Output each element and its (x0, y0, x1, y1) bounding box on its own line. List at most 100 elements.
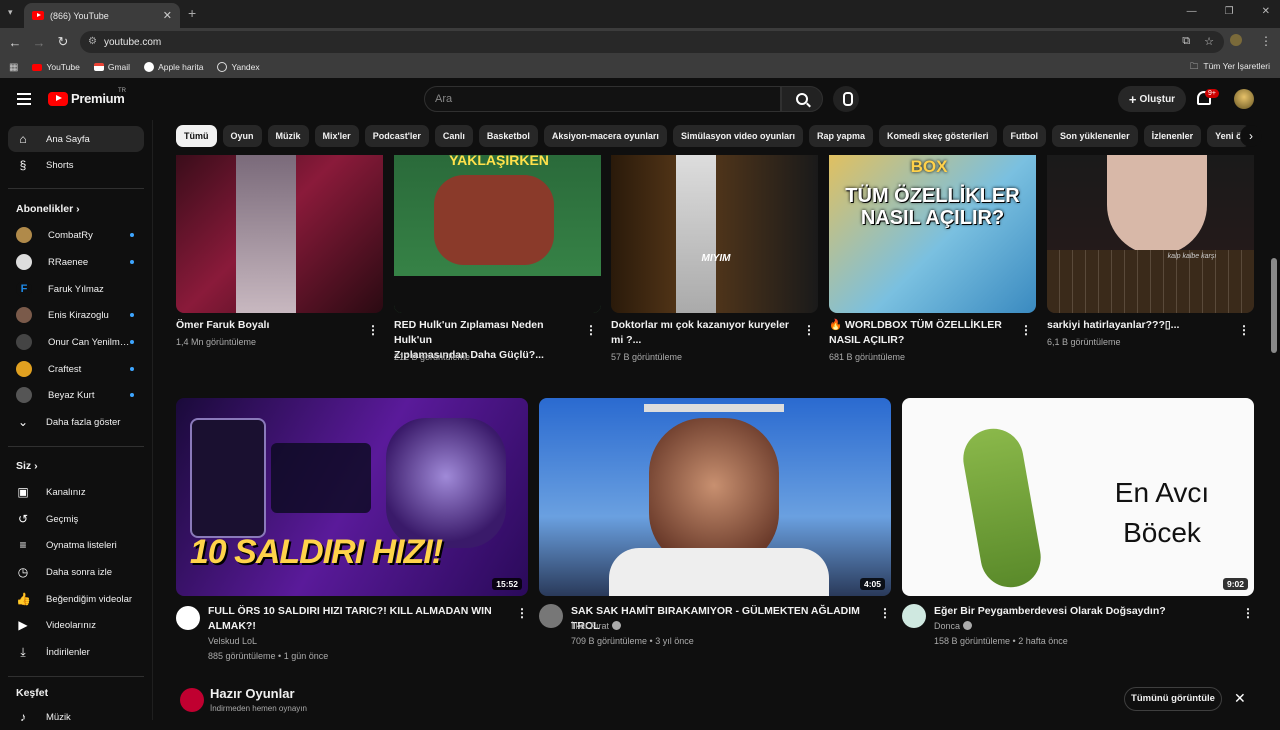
thumbnail-figure (236, 155, 296, 313)
video-thumbnail[interactable] (176, 155, 383, 313)
more-options-icon[interactable]: ⋮ (585, 323, 597, 337)
video-title[interactable]: 🔥 WORLDBOX TÜM ÖZELLİKLER NASIL AÇILIR? (829, 318, 1019, 348)
all-bookmarks[interactable]: 🗀 Tüm Yer İşaretleri (1190, 61, 1270, 75)
close-icon[interactable]: ✕ (1234, 690, 1246, 707)
create-button[interactable]: + Oluştur (1118, 86, 1186, 112)
reload-icon[interactable]: ↻ (51, 34, 75, 50)
chip[interactable]: Canlı (434, 125, 473, 147)
voice-search-button[interactable] (833, 86, 859, 112)
bookmark-yandex[interactable]: Yandex (217, 62, 260, 72)
chip[interactable]: Mix'ler (314, 125, 359, 147)
close-tab-icon[interactable]: ✕ (163, 9, 172, 22)
sidebar-item-liked-videos[interactable]: 👍 Beğendiğim videolar (8, 586, 144, 612)
video-title[interactable]: FULL ÖRS 10 SALDIRI HIZI TARIC?! KILL AL… (208, 604, 508, 634)
chevron-right-icon[interactable]: › (1240, 125, 1262, 147)
subscriptions-header[interactable]: Abonelikler › (16, 203, 80, 215)
video-thumbnail[interactable]: MIYIM (611, 155, 818, 313)
video-thumbnail[interactable]: YAKLAŞIRKEN (394, 155, 601, 313)
youtube-logo[interactable]: Premium TR (48, 88, 126, 106)
search-input[interactable]: Ara (424, 86, 781, 112)
chip[interactable]: Komedi skeç gösterileri (879, 125, 997, 147)
sidebar-sub-beyaz-kurt[interactable]: Beyaz Kurt (8, 382, 144, 408)
video-title[interactable]: Ömer Faruk Boyalı (176, 318, 356, 333)
chip[interactable]: Son yüklenenler (1052, 125, 1138, 147)
more-options-icon[interactable]: ⋮ (367, 323, 379, 337)
chip[interactable]: Podcast'ler (364, 125, 429, 147)
chip-all[interactable]: Tümü (176, 125, 217, 147)
account-avatar[interactable] (1234, 89, 1254, 109)
video-views: 6,1 B görüntüleme (1047, 337, 1121, 347)
tab-search-icon[interactable]: ▾ (8, 7, 13, 18)
minimize-icon[interactable]: — (1187, 6, 1197, 17)
more-options-icon[interactable]: ⋮ (879, 606, 891, 620)
search-button[interactable] (781, 86, 823, 112)
maximize-icon[interactable]: ❐ (1225, 6, 1234, 17)
video-thumbnail[interactable]: 10 SALDIRI HIZI! 15:52 (176, 398, 528, 596)
browser-tab[interactable]: (866) YouTube ✕ (24, 3, 180, 28)
video-thumbnail[interactable]: 4:05 (539, 398, 891, 596)
channel-avatar[interactable] (902, 604, 926, 628)
chip[interactable]: Basketbol (478, 125, 538, 147)
new-tab-icon[interactable]: + (188, 5, 196, 21)
sidebar-sub-faruk-yilmaz[interactable]: F Faruk Yılmaz (8, 276, 144, 302)
chip[interactable]: İzlenenler (1143, 125, 1202, 147)
sidebar-sub-craftest[interactable]: Craftest (8, 356, 144, 382)
more-options-icon[interactable]: ⋮ (516, 606, 528, 620)
video-title[interactable]: Eğer Bir Peygamberdevesi Olarak Doğsaydı… (934, 604, 1234, 619)
more-options-icon[interactable]: ⋮ (1020, 323, 1032, 337)
thumbnail-text: En Avcı Böcek (1114, 477, 1210, 548)
sidebar-item-home[interactable]: ⌂ Ana Sayfa (8, 126, 144, 152)
chip[interactable]: Simülasyon video oyunları (672, 125, 803, 147)
sidebar-item-music[interactable]: ♪ Müzik (8, 704, 144, 730)
video-thumbnail[interactable]: BOX TÜM ÖZELLİKLER NASIL AÇILIR? (829, 155, 1036, 313)
sidebar-item-downloads[interactable]: ⤓ İndirilenler (8, 639, 144, 665)
sidebar-item-history[interactable]: ↺ Geçmiş (8, 506, 144, 532)
thumbnail-bottom-band (394, 276, 601, 313)
address-bar[interactable]: ⚙ youtube.com ⧉ ☆ (80, 31, 1224, 53)
chip[interactable]: Müzik (267, 125, 309, 147)
bookmark-star-icon[interactable]: ☆ (1204, 35, 1214, 48)
show-more-button[interactable]: ⌄ Daha fazla göster (8, 409, 144, 435)
bookmark-apple-maps[interactable]: Apple harita (144, 62, 203, 72)
sidebar-item-your-channel[interactable]: ▣ Kanalınız (8, 479, 144, 505)
scrollbar[interactable] (1271, 258, 1277, 353)
forward-icon[interactable]: → (27, 35, 51, 50)
sidebar-sub-onur-can[interactable]: Onur Can Yenilm… (8, 329, 144, 355)
bookmark-gmail[interactable]: Gmail (93, 62, 130, 72)
channel-avatar[interactable] (176, 606, 200, 630)
install-app-icon[interactable]: ⧉ (1182, 35, 1190, 48)
sidebar-item-playlists[interactable]: ≡ Oynatma listeleri (8, 532, 144, 558)
bookmark-youtube[interactable]: YouTube (32, 62, 80, 72)
video-thumbnail[interactable]: kalp kalbe karşı (1047, 155, 1254, 313)
url-text: youtube.com (104, 36, 162, 48)
chip[interactable]: Rap yapma (808, 125, 873, 147)
menu-icon[interactable] (17, 93, 31, 105)
video-title[interactable]: Doktorlar mı çok kazanıyor kuryeler mi ?.… (611, 318, 791, 348)
channel-name[interactable]: Velskud LoL (208, 634, 257, 648)
sidebar-sub-combatry[interactable]: CombatRy (8, 222, 144, 248)
sidebar-item-shorts[interactable]: § Shorts (8, 152, 144, 178)
sidebar-item-watch-later[interactable]: ◷ Daha sonra izle (8, 559, 144, 585)
apps-grid-icon[interactable]: ▦ (9, 62, 18, 73)
chip[interactable]: Futbol (1002, 125, 1047, 147)
site-info-icon[interactable]: ⚙ (88, 36, 97, 47)
channel-name[interactable]: Donca (934, 619, 973, 633)
sidebar-item-your-videos[interactable]: ▶ Videolarınız (8, 612, 144, 638)
chip[interactable]: Aksiyon-macera oyunları (543, 125, 667, 147)
profile-icon[interactable] (1230, 34, 1242, 46)
sidebar-sub-enis-kirazoglu[interactable]: Enis Kirazoglu (8, 302, 144, 328)
browser-menu-icon[interactable]: ⋮ (1260, 34, 1272, 48)
show-all-button[interactable]: Tümünü görüntüle (1124, 687, 1222, 711)
channel-name[interactable]: İlker Fırat (571, 619, 622, 633)
chip[interactable]: Oyun (222, 125, 262, 147)
close-window-icon[interactable]: ✕ (1262, 6, 1270, 17)
video-title[interactable]: sarkiyi hatirlayanlar???▯... (1047, 318, 1232, 333)
channel-avatar[interactable] (539, 604, 563, 628)
video-thumbnail[interactable]: En Avcı Böcek 9:02 (902, 398, 1254, 596)
more-options-icon[interactable]: ⋮ (1238, 323, 1250, 337)
more-options-icon[interactable]: ⋮ (1242, 606, 1254, 620)
more-options-icon[interactable]: ⋮ (803, 323, 815, 337)
back-icon[interactable]: ← (3, 35, 27, 50)
you-header[interactable]: Siz › (16, 460, 38, 472)
sidebar-sub-rraenee[interactable]: RRaenee (8, 249, 144, 275)
